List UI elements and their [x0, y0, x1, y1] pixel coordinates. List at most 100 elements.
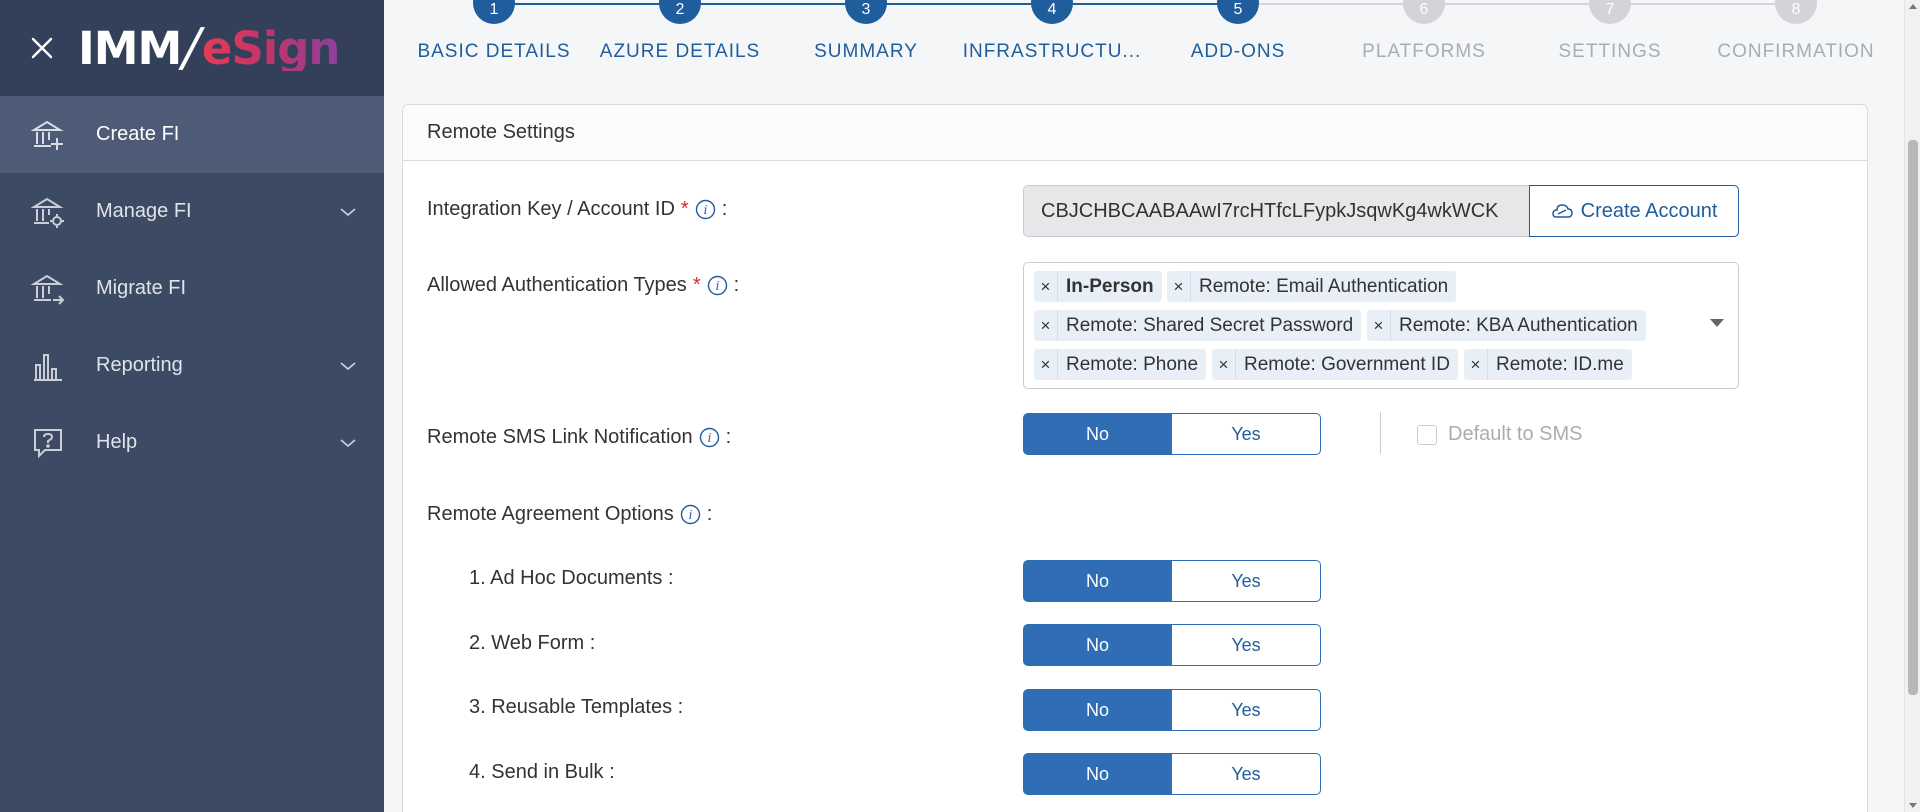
required-marker: *	[680, 198, 689, 220]
bank-gear-icon	[30, 194, 66, 230]
sidebar-item-migrate-fi[interactable]: Migrate FI	[0, 250, 384, 327]
web-form-no-button[interactable]: No	[1023, 624, 1172, 666]
web-form-label: 2. Web Form :	[469, 632, 596, 654]
info-icon[interactable]: i	[707, 275, 728, 296]
remove-tag-icon[interactable]: ×	[1034, 310, 1058, 341]
ad-hoc-yes-button[interactable]: Yes	[1172, 560, 1321, 602]
agreement-options-label: Remote Agreement Options i :	[427, 503, 712, 526]
step-label: BASIC DETAILS	[417, 41, 571, 62]
label-colon: :	[725, 426, 732, 448]
bar-chart-icon	[30, 348, 66, 384]
dropdown-arrow-icon[interactable]	[1710, 319, 1724, 327]
cloud-icon	[1551, 204, 1573, 218]
send-in-bulk-yes-button[interactable]: Yes	[1172, 753, 1321, 795]
step-number: 6	[1403, 0, 1445, 24]
sidebar-item-label: Reporting	[96, 354, 183, 376]
reusable-templates-no-button[interactable]: No	[1023, 689, 1172, 731]
remove-tag-icon[interactable]: ×	[1167, 271, 1191, 302]
sidebar-header: IMM / eSign	[0, 0, 384, 96]
page-scrollbar[interactable]	[1904, 0, 1920, 812]
label-colon: :	[706, 503, 713, 525]
step-number: 4	[1031, 0, 1073, 24]
stepper-line-pending	[1238, 3, 1796, 5]
info-icon[interactable]: i	[680, 504, 701, 525]
tag-label: Remote: KBA Authentication	[1399, 314, 1638, 336]
auth-types-label-text: Allowed Authentication Types	[427, 274, 687, 296]
svg-text:i: i	[703, 203, 707, 217]
create-account-button[interactable]: Create Account	[1529, 185, 1739, 237]
step-label: INFRASTRUCTU...	[962, 41, 1142, 62]
tag-label: Remote: Phone	[1066, 353, 1199, 375]
reusable-templates-yes-button[interactable]: Yes	[1172, 689, 1321, 731]
info-icon[interactable]: i	[699, 427, 720, 448]
label-colon: :	[721, 198, 728, 220]
step-number: 5	[1217, 0, 1259, 24]
step-number: 8	[1775, 0, 1817, 24]
tag-label: Remote: Shared Secret Password	[1066, 314, 1354, 336]
step-label: AZURE DETAILS	[599, 41, 761, 62]
step-number: 2	[659, 0, 701, 24]
auth-tag-shared-secret: × Remote: Shared Secret Password	[1034, 310, 1362, 341]
sidebar-item-label: Manage FI	[96, 200, 192, 222]
default-to-sms-label: Default to SMS	[1448, 423, 1583, 445]
scroll-down-icon[interactable]	[1909, 803, 1917, 808]
divider	[1380, 412, 1381, 454]
sms-notification-label: Remote SMS Link Notification i :	[427, 426, 731, 449]
tag-label: Remote: Government ID	[1244, 353, 1450, 375]
progress-stepper: 1 BASIC DETAILS 2 AZURE DETAILS 3 SUMMAR…	[384, 0, 1904, 100]
default-to-sms-checkbox[interactable]	[1417, 425, 1437, 445]
step-number: 7	[1589, 0, 1631, 24]
step-label: CONFIRMATION	[1717, 41, 1875, 62]
logo-esign-text: eSign	[201, 21, 341, 75]
auth-types-multiselect[interactable]: × In-Person × Remote: Email Authenticati…	[1023, 262, 1739, 389]
ad-hoc-documents-toggle: No Yes	[1023, 560, 1321, 602]
label-colon: :	[733, 274, 740, 296]
send-in-bulk-no-button[interactable]: No	[1023, 753, 1172, 795]
info-icon[interactable]: i	[695, 199, 716, 220]
remove-tag-icon[interactable]: ×	[1034, 271, 1058, 302]
sidebar-item-manage-fi[interactable]: Manage FI	[0, 173, 384, 250]
remove-tag-icon[interactable]: ×	[1367, 310, 1391, 341]
remove-tag-icon[interactable]: ×	[1464, 349, 1488, 380]
chevron-down-icon	[340, 438, 356, 447]
app-logo: IMM / eSign	[78, 18, 341, 78]
create-account-label: Create Account	[1580, 199, 1718, 222]
close-icon[interactable]	[26, 32, 58, 64]
tag-label: Remote: Email Authentication	[1199, 275, 1449, 297]
scrollbar-thumb[interactable]	[1908, 140, 1918, 695]
step-number: 1	[473, 0, 515, 24]
integration-key-input[interactable]: CBJCHBCAABAAwI7rcHTfcLFypkJsqwKg4wkWCK	[1023, 185, 1530, 237]
card-title: Remote Settings	[403, 105, 1867, 161]
ad-hoc-documents-label: 1. Ad Hoc Documents :	[469, 567, 674, 589]
step-label: SETTINGS	[1558, 41, 1662, 62]
auth-tag-in-person: × In-Person	[1034, 271, 1162, 302]
tag-label: Remote: ID.me	[1496, 353, 1624, 375]
ad-hoc-no-button[interactable]: No	[1023, 560, 1172, 602]
sidebar-item-label: Help	[96, 431, 138, 453]
bank-add-icon	[30, 117, 66, 153]
sms-no-button[interactable]: No	[1023, 413, 1172, 455]
reusable-templates-toggle: No Yes	[1023, 689, 1321, 731]
step-label: PLATFORMS	[1362, 41, 1486, 62]
web-form-toggle: No Yes	[1023, 624, 1321, 666]
scroll-up-icon[interactable]	[1909, 4, 1917, 9]
step-label: SUMMARY	[814, 41, 918, 62]
sidebar-item-reporting[interactable]: Reporting	[0, 327, 384, 404]
integration-key-label-text: Integration Key / Account ID	[427, 198, 675, 220]
sms-notification-label-text: Remote SMS Link Notification	[427, 426, 693, 448]
sidebar-item-label: Migrate FI	[96, 277, 187, 299]
step-label: ADD-ONS	[1190, 41, 1286, 62]
svg-text:i: i	[707, 431, 711, 445]
help-bubble-icon	[30, 425, 66, 461]
sidebar-item-create-fi[interactable]: Create FI	[0, 96, 384, 173]
sms-yes-button[interactable]: Yes	[1172, 413, 1321, 455]
remove-tag-icon[interactable]: ×	[1034, 349, 1058, 380]
remove-tag-icon[interactable]: ×	[1212, 349, 1236, 380]
sidebar-item-help[interactable]: Help	[0, 404, 384, 481]
reusable-templates-label: 3. Reusable Templates :	[469, 696, 684, 718]
auth-tag-government-id: × Remote: Government ID	[1212, 349, 1458, 380]
logo-imm-text: IMM	[78, 21, 182, 75]
required-marker: *	[692, 274, 701, 296]
step-number: 3	[845, 0, 887, 24]
web-form-yes-button[interactable]: Yes	[1172, 624, 1321, 666]
